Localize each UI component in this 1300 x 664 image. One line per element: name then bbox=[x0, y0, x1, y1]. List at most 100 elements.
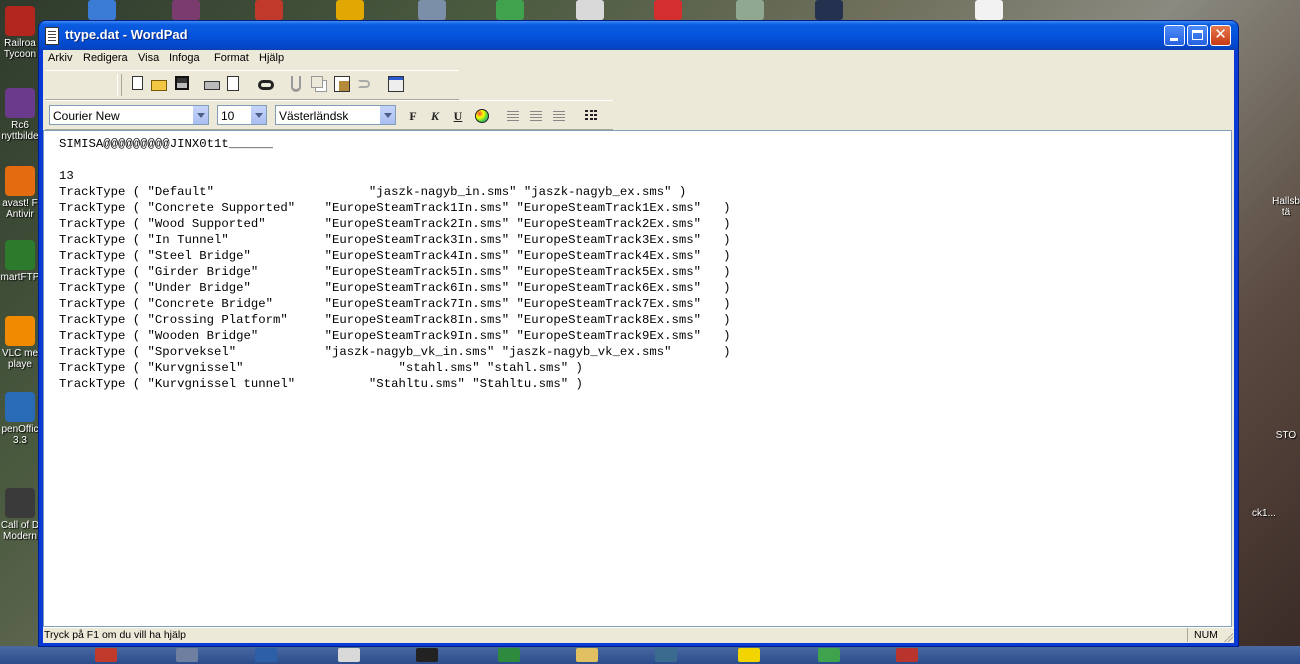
align-right-button[interactable] bbox=[551, 109, 567, 123]
print-preview-icon bbox=[227, 76, 239, 91]
chevron-down-icon[interactable] bbox=[250, 106, 266, 124]
taskbar-app-icon[interactable] bbox=[95, 648, 117, 662]
document-line[interactable]: TrackType ( "Concrete Supported" "Europe… bbox=[59, 201, 731, 215]
menu-hjalp[interactable]: Hjälp bbox=[259, 52, 284, 64]
menu-bar: Arkiv Redigera Visa Infoga Format Hjälp bbox=[43, 50, 1234, 68]
wordpad-window: ttype.dat - WordPad ✕ Arkiv Redigera Vis… bbox=[39, 21, 1238, 646]
desktop-shortcut[interactable]: Railroa Tycoon bbox=[0, 6, 44, 60]
desktop-shortcut[interactable]: Call of D Modern bbox=[0, 488, 44, 542]
font-size-combo[interactable]: 10 bbox=[217, 105, 267, 125]
taskbar-app-icon[interactable] bbox=[896, 648, 918, 662]
document-line[interactable]: TrackType ( "Girder Bridge" "EuropeSteam… bbox=[59, 265, 731, 279]
taskbar-app-icon[interactable] bbox=[655, 648, 677, 662]
document-line[interactable]: TrackType ( "Wood Supported" "EuropeStea… bbox=[59, 217, 731, 231]
font-combo[interactable]: Courier New bbox=[49, 105, 209, 125]
menu-infoga[interactable]: Infoga bbox=[169, 52, 200, 64]
desktop-shortcut-icon[interactable] bbox=[576, 0, 604, 20]
desktop-shortcut[interactable]: Rc6 nyttbilde bbox=[0, 88, 44, 142]
cut-button[interactable] bbox=[288, 76, 304, 92]
document-line[interactable]: TrackType ( "Kurvgnissel" "stahl.sms" "s… bbox=[59, 361, 583, 375]
document-line[interactable]: TrackType ( "Crossing Platform" "EuropeS… bbox=[59, 313, 731, 327]
document-line[interactable]: SIMISA@@@@@@@@@JINX0t1t______ bbox=[59, 137, 273, 151]
open-folder-icon bbox=[151, 80, 167, 91]
menu-redigera[interactable]: Redigera bbox=[83, 52, 128, 64]
minimize-button[interactable] bbox=[1164, 25, 1185, 46]
desktop-top-icons bbox=[0, 0, 1300, 20]
insert-datetime-icon bbox=[388, 76, 404, 92]
copy-button[interactable] bbox=[311, 76, 327, 92]
maximize-button[interactable] bbox=[1187, 25, 1208, 46]
desktop-shortcut[interactable]: avast! F Antivir bbox=[0, 166, 44, 220]
save-button[interactable] bbox=[174, 76, 190, 92]
find-button[interactable] bbox=[258, 76, 274, 92]
open-button[interactable] bbox=[151, 76, 167, 92]
document-line[interactable]: TrackType ( "Sporveksel" "jaszk-nagyb_vk… bbox=[59, 345, 731, 359]
menu-format[interactable]: Format bbox=[214, 52, 249, 64]
chevron-down-icon[interactable] bbox=[379, 106, 395, 124]
document-line[interactable]: TrackType ( "Under Bridge" "EuropeSteamT… bbox=[59, 281, 731, 295]
menu-visa[interactable]: Visa bbox=[138, 52, 159, 64]
color-button[interactable] bbox=[474, 109, 490, 123]
align-center-button[interactable] bbox=[528, 109, 544, 123]
new-button[interactable] bbox=[129, 76, 145, 92]
desktop-shortcut-right-2[interactable]: STO bbox=[1262, 430, 1300, 441]
desktop-shortcut-icon[interactable] bbox=[88, 0, 116, 20]
num-lock-indicator: NUM bbox=[1194, 629, 1218, 641]
document-line[interactable]: TrackType ( "Steel Bridge" "EuropeSteamT… bbox=[59, 249, 731, 263]
desktop-shortcut[interactable]: martFTP bbox=[0, 240, 44, 283]
taskbar-app-icon[interactable] bbox=[338, 648, 360, 662]
bullets-button[interactable] bbox=[583, 109, 599, 123]
desktop-shortcut-icon[interactable] bbox=[172, 0, 200, 20]
document-line[interactable]: TrackType ( "In Tunnel" "EuropeSteamTrac… bbox=[59, 233, 731, 247]
status-bar: Tryck på F1 om du vill ha hjälp NUM bbox=[43, 627, 1234, 643]
align-left-button[interactable] bbox=[505, 109, 521, 123]
bold-button[interactable]: F bbox=[405, 109, 421, 123]
taskbar-app-icon[interactable] bbox=[416, 648, 438, 662]
desktop-app-icon bbox=[5, 488, 35, 518]
desktop-shortcut-icon[interactable] bbox=[418, 0, 446, 20]
paste-icon bbox=[334, 76, 350, 92]
taskbar-app-icon[interactable] bbox=[818, 648, 840, 662]
desktop-shortcut-icon[interactable] bbox=[336, 0, 364, 20]
desktop-shortcut-icon[interactable] bbox=[815, 0, 843, 20]
document-text[interactable]: SIMISA@@@@@@@@@JINX0t1t______ 13 TrackTy… bbox=[59, 136, 731, 392]
document-line[interactable]: TrackType ( "Wooden Bridge" "EuropeSteam… bbox=[59, 329, 731, 343]
taskbar-app-icon[interactable] bbox=[576, 648, 598, 662]
wordpad-app-icon[interactable] bbox=[45, 27, 59, 45]
undo-button[interactable] bbox=[358, 76, 374, 92]
toolbar-grip[interactable] bbox=[117, 74, 122, 96]
title-bar[interactable]: ttype.dat - WordPad ✕ bbox=[39, 21, 1238, 50]
paste-button[interactable] bbox=[334, 76, 350, 92]
desktop-shortcut-icon[interactable] bbox=[255, 0, 283, 20]
desktop-shortcut-label: martFTP bbox=[0, 272, 40, 283]
italic-button[interactable]: K bbox=[427, 109, 443, 123]
taskbar-app-icon[interactable] bbox=[738, 648, 760, 662]
insert-datetime-button[interactable] bbox=[388, 76, 404, 92]
desktop-shortcut-right-1[interactable]: Hallsb tä bbox=[1262, 196, 1300, 218]
desktop-shortcut-icon[interactable] bbox=[496, 0, 524, 20]
taskbar-app-icon[interactable] bbox=[255, 648, 277, 662]
document-editor[interactable]: SIMISA@@@@@@@@@JINX0t1t______ 13 TrackTy… bbox=[43, 130, 1232, 627]
pdf-shortcut-icon[interactable] bbox=[654, 0, 682, 20]
format-toolbar: Courier New 10 Västerländsk F K U bbox=[45, 100, 613, 130]
document-line[interactable]: TrackType ( "Concrete Bridge" "EuropeSte… bbox=[59, 297, 731, 311]
desktop-shortcut-label: avast! F Antivir bbox=[2, 198, 38, 220]
script-combo[interactable]: Västerländsk bbox=[275, 105, 396, 125]
print-preview-button[interactable] bbox=[227, 76, 243, 92]
chevron-down-icon[interactable] bbox=[192, 106, 208, 124]
desktop-shortcut[interactable]: penOffic 3.3 bbox=[0, 392, 44, 446]
desktop-shortcut-right-3[interactable]: ck1... bbox=[1240, 508, 1288, 519]
taskbar-app-icon[interactable] bbox=[176, 648, 198, 662]
resize-grip[interactable] bbox=[1223, 632, 1233, 642]
print-button[interactable] bbox=[204, 76, 220, 92]
close-button[interactable]: ✕ bbox=[1210, 25, 1231, 46]
menu-arkiv[interactable]: Arkiv bbox=[48, 52, 72, 64]
taskbar-app-icon[interactable] bbox=[498, 648, 520, 662]
underline-button[interactable]: U bbox=[450, 109, 466, 123]
desktop-shortcut[interactable]: VLC me playe bbox=[0, 316, 44, 370]
desktop-shortcut-icon[interactable] bbox=[975, 0, 1003, 20]
document-line[interactable]: TrackType ( "Default" "jaszk-nagyb_in.sm… bbox=[59, 185, 686, 199]
document-line[interactable]: TrackType ( "Kurvgnissel tunnel" "Stahlt… bbox=[59, 377, 583, 391]
document-line[interactable]: 13 bbox=[59, 169, 74, 183]
desktop-shortcut-icon[interactable] bbox=[736, 0, 764, 20]
